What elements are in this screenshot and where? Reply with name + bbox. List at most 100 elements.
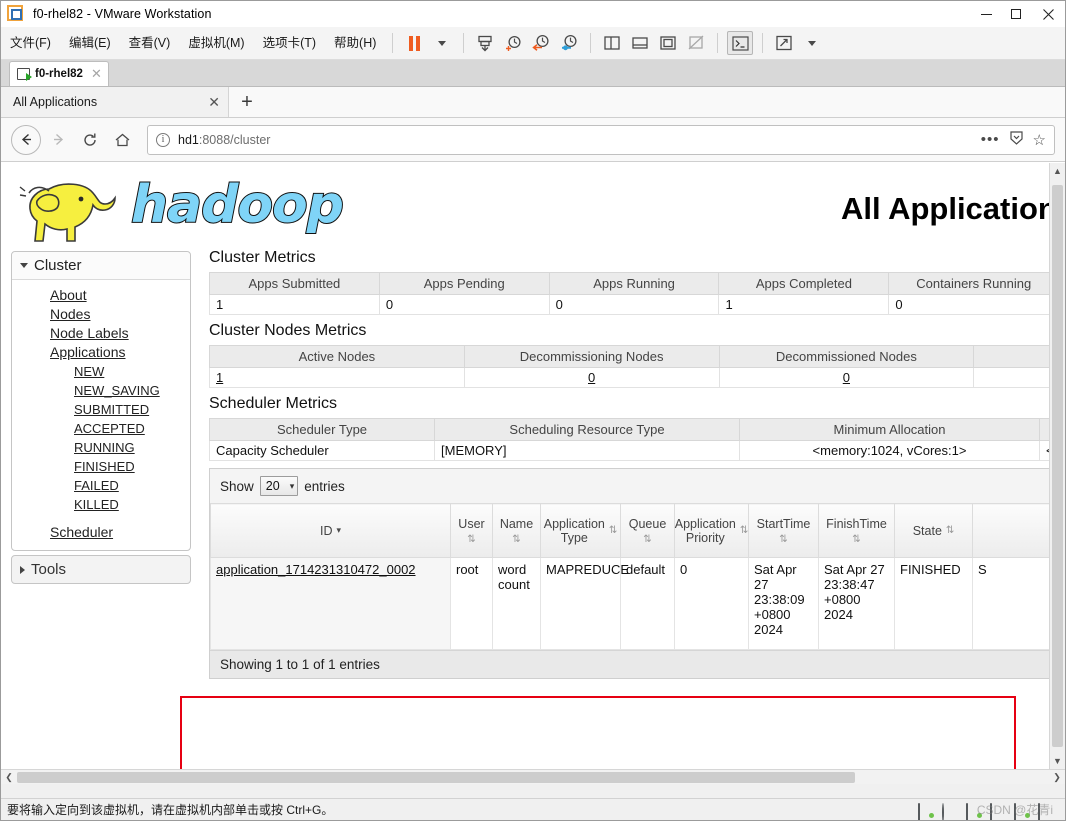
scroll-left-arrow-icon[interactable]: ❮ <box>1 772 17 783</box>
menu-vm[interactable]: 虚拟机(M) <box>179 27 253 60</box>
val-decommissioning-nodes[interactable]: 0 <box>588 370 595 385</box>
usb-icon[interactable] <box>1014 802 1030 820</box>
vmware-workstation-window: f0-rhel82 - VMware Workstation 文件(F) 编辑(… <box>0 0 1066 821</box>
maximize-button[interactable] <box>1001 1 1031 27</box>
sidebar-tools-section[interactable]: Tools <box>11 555 191 584</box>
val-decommissioned-nodes[interactable]: 0 <box>843 370 850 385</box>
reload-button[interactable] <box>75 125 105 155</box>
console-view-button[interactable] <box>727 31 754 55</box>
sidebar-item-running[interactable]: RUNNING <box>12 438 190 457</box>
revert-snapshot-button[interactable] <box>529 31 553 55</box>
vm-tab-f0-rhel82[interactable]: f0-rhel82 ✕ <box>9 61 109 86</box>
scroll-down-arrow-icon[interactable]: ▼ <box>1050 753 1065 769</box>
browser-tab-title: All Applications <box>13 95 98 109</box>
hadoop-wordmark: hadoop <box>130 174 345 236</box>
toolbar-separator-4 <box>717 33 719 53</box>
col-queue[interactable]: Queue ⇅ <box>620 503 675 558</box>
application-id-link[interactable]: application_1714231310472_0002 <box>216 562 416 577</box>
network-adapter-icon[interactable] <box>966 802 982 820</box>
sidebar-item-scheduler[interactable]: Scheduler <box>12 523 190 542</box>
manage-snapshots-button[interactable] <box>557 31 581 55</box>
sidebar-item-nodes[interactable]: Nodes <box>12 305 190 324</box>
sort-icon: ⇅ <box>467 533 476 545</box>
menu-tabs[interactable]: 选项卡(T) <box>254 27 325 60</box>
horizontal-scroll-track[interactable] <box>17 771 1049 783</box>
close-button[interactable] <box>1031 1 1065 27</box>
guest-browser: All Applications ✕ + i hd1:8088/cluster <box>1 86 1065 784</box>
sidebar-cluster-header[interactable]: Cluster <box>12 252 190 280</box>
pocket-icon[interactable] <box>1009 131 1023 148</box>
sidebar-tools-header[interactable]: Tools <box>12 556 190 583</box>
menu-view[interactable]: 查看(V) <box>120 27 180 60</box>
pause-vm-button[interactable] <box>402 31 426 55</box>
printer-icon[interactable] <box>990 802 1005 820</box>
forward-button[interactable] <box>43 125 73 155</box>
table-header-row: ID ▾ User ⇅ Name ⇅ Application Type ⇅ Qu… <box>210 503 1065 558</box>
window-controls <box>971 1 1065 27</box>
home-button[interactable] <box>107 125 137 155</box>
sidebar-item-new-saving[interactable]: NEW_SAVING <box>12 381 190 400</box>
col-user[interactable]: User ⇅ <box>450 503 493 558</box>
col-name[interactable]: Name ⇅ <box>492 503 541 558</box>
site-info-icon[interactable]: i <box>156 132 170 147</box>
col-apps-pending: Apps Pending <box>378 272 550 295</box>
menu-help[interactable]: 帮助(H) <box>325 27 385 60</box>
col-application-type[interactable]: Application Type ⇅ <box>540 503 621 558</box>
sidebar-item-killed[interactable]: KILLED <box>12 495 190 514</box>
menu-file[interactable]: 文件(F) <box>1 27 60 60</box>
page-actions-icon[interactable]: ••• <box>981 131 1000 148</box>
url-bar[interactable]: i hd1:8088/cluster ••• ☆ <box>147 124 1055 155</box>
minimize-button[interactable] <box>971 1 1001 27</box>
show-library-button[interactable] <box>600 31 624 55</box>
browser-tab-close-icon[interactable]: ✕ <box>208 94 220 111</box>
col-finishtime[interactable]: FinishTime ⇅ <box>818 503 895 558</box>
sidebar-item-about[interactable]: About <box>12 286 190 305</box>
show-thumbnail-bar-button[interactable] <box>628 31 652 55</box>
table-header-row: Scheduler Type Scheduling Resource Type … <box>209 418 1065 441</box>
unity-mode-button[interactable] <box>684 31 708 55</box>
sidebar-item-accepted[interactable]: ACCEPTED <box>12 419 190 438</box>
col-scheduling-resource-type: Scheduling Resource Type <box>434 418 740 441</box>
new-tab-button[interactable]: + <box>229 87 265 117</box>
send-ctrl-alt-del-button[interactable] <box>473 31 497 55</box>
back-button[interactable] <box>11 124 41 155</box>
hard-disk-icon[interactable] <box>918 802 934 820</box>
col-apps-submitted: Apps Submitted <box>209 272 380 295</box>
bookmark-icon[interactable]: ☆ <box>1033 131 1046 149</box>
url-host: hd1 <box>178 132 199 147</box>
scroll-up-arrow-icon[interactable]: ▲ <box>1050 163 1065 179</box>
sort-icon: ⇅ <box>739 525 749 536</box>
console-icon <box>732 35 749 51</box>
sidebar-item-finished[interactable]: FINISHED <box>12 457 190 476</box>
status-message: 要将输入定向到该虚拟机，请在虚拟机内部单击或按 Ctrl+G。 <box>7 803 334 817</box>
take-snapshot-button[interactable] <box>501 31 525 55</box>
sidebar-item-submitted[interactable]: SUBMITTED <box>12 400 190 419</box>
col-starttime[interactable]: StartTime ⇅ <box>748 503 819 558</box>
col-application-priority[interactable]: Application Priority ⇅ <box>674 503 749 558</box>
vm-tab-close-icon[interactable]: ✕ <box>91 66 102 82</box>
pause-dropdown-button[interactable] <box>430 31 454 55</box>
scroll-right-arrow-icon[interactable]: ❯ <box>1049 772 1065 783</box>
browser-tab-all-applications[interactable]: All Applications ✕ <box>1 87 229 117</box>
entries-per-page-select[interactable]: 20 ▾ <box>259 476 299 496</box>
sidebar-item-new[interactable]: NEW <box>12 362 190 381</box>
col-id[interactable]: ID ▾ <box>210 503 451 558</box>
page-vertical-scrollbar[interactable]: ▲ ▼ <box>1049 163 1065 769</box>
vertical-scroll-thumb[interactable] <box>1052 185 1063 747</box>
menu-edit[interactable]: 编辑(E) <box>60 27 120 60</box>
sidebar-tools-label: Tools <box>31 561 67 578</box>
stretch-dropdown-button[interactable] <box>800 31 824 55</box>
stretch-view-button[interactable] <box>772 31 796 55</box>
page-horizontal-scrollbar[interactable]: ❮ ❯ <box>1 769 1065 784</box>
col-state[interactable]: State ⇅ <box>894 503 973 558</box>
cd-drive-icon[interactable] <box>942 802 957 820</box>
horizontal-scroll-thumb[interactable] <box>17 771 855 783</box>
sound-icon[interactable] <box>1038 802 1053 820</box>
sidebar-item-failed[interactable]: FAILED <box>12 476 190 495</box>
sidebar-item-applications[interactable]: Applications <box>12 343 190 362</box>
sidebar-item-node-labels[interactable]: Node Labels <box>12 324 190 343</box>
col-starttime-label: StartTime <box>756 516 811 531</box>
val-active-nodes[interactable]: 1 <box>216 370 223 385</box>
fullscreen-button[interactable] <box>656 31 680 55</box>
cluster-metrics-table: Apps Submitted Apps Pending Apps Running… <box>209 272 1065 315</box>
